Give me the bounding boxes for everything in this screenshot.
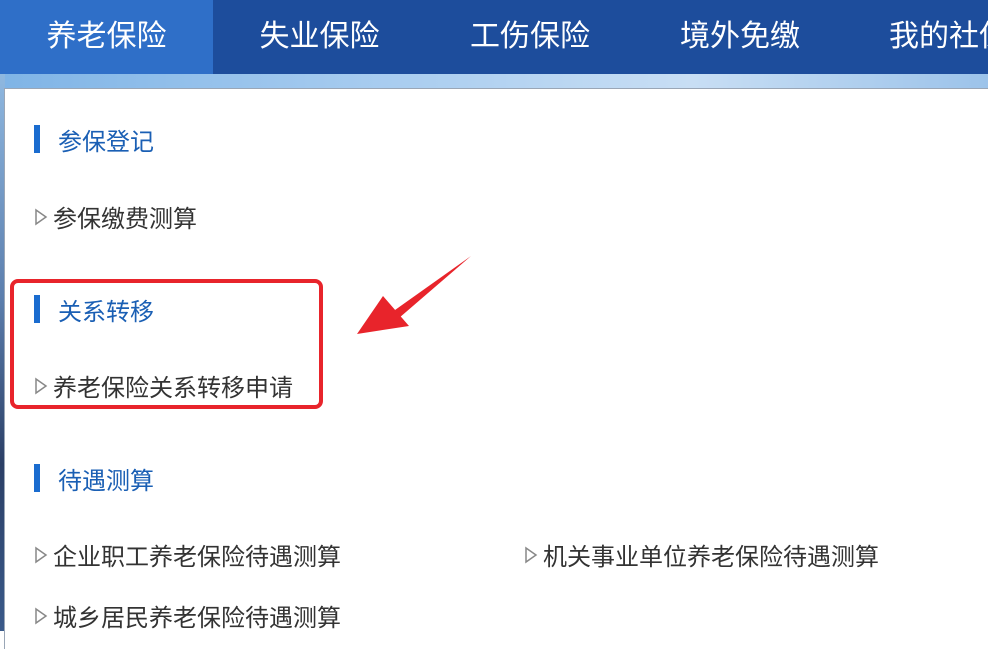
triangle-right-icon [525,546,538,563]
triangle-right-icon [35,208,48,225]
tab-unemployment-insurance[interactable]: 失业保险 [213,0,426,74]
annotation-arrow-icon [357,256,471,334]
section-marker [34,125,40,153]
link-label: 城乡居民养老保险待遇测算 [53,604,341,632]
top-navigation: 养老保险 失业保险 工伤保险 境外免缴 我的社保 [0,0,988,74]
link-enterprise-pension-calculation[interactable]: 企业职工养老保险待遇测算 [33,537,341,572]
link-label: 企业职工养老保险待遇测算 [53,543,341,571]
section-title-benefit-calculation: 待遇测算 [58,467,154,495]
triangle-right-icon [35,607,48,624]
tab-my-social-security[interactable]: 我的社保 [845,0,988,74]
link-label: 参保缴费测算 [53,205,197,233]
section-marker [34,464,40,492]
tab-work-injury-insurance[interactable]: 工伤保险 [425,0,635,74]
tab-overseas-exemption[interactable]: 境外免缴 [635,0,845,74]
annotation-highlight-box [10,279,323,409]
link-label: 机关事业单位养老保险待遇测算 [543,543,879,571]
section-title-registration: 参保登记 [58,128,154,156]
triangle-right-icon [35,546,48,563]
tab-pension-insurance[interactable]: 养老保险 [0,0,213,74]
link-contribution-calculation[interactable]: 参保缴费测算 [33,199,197,234]
link-resident-pension-calculation[interactable]: 城乡居民养老保险待遇测算 [33,598,341,633]
link-institution-pension-calculation[interactable]: 机关事业单位养老保险待遇测算 [523,537,879,572]
